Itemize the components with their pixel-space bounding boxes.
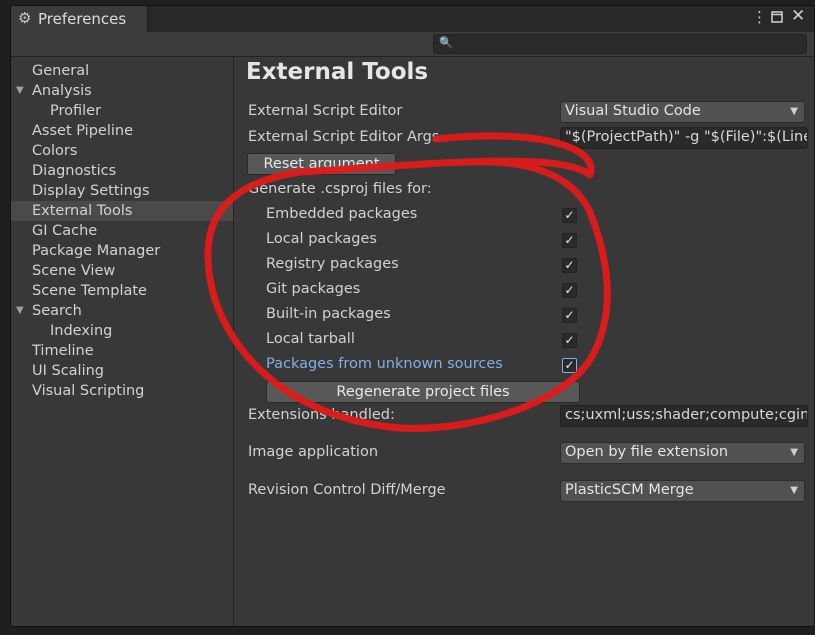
checkmark-icon: ✓ <box>564 358 575 372</box>
chevron-down-icon: ▼ <box>790 485 798 496</box>
sidebar-item-label: UI Scaling <box>32 363 105 379</box>
external-tools-panel: External Tools External Script Editor Vi… <box>234 57 814 626</box>
checkmark-icon: ✓ <box>564 283 575 297</box>
sidebar-item-asset-pipeline[interactable]: Asset Pipeline <box>11 121 233 141</box>
sidebar-item-label: Timeline <box>32 343 94 359</box>
chevron-down-icon: ▼ <box>790 106 798 117</box>
sidebar-item-gi-cache[interactable]: GI Cache <box>11 221 233 241</box>
csproj-option-checkbox[interactable]: ✓ <box>562 333 577 348</box>
sidebar-item-label: Package Manager <box>32 243 161 259</box>
sidebar-item-colors[interactable]: Colors <box>11 141 233 161</box>
regenerate-project-files-button[interactable]: Regenerate project files <box>266 381 580 403</box>
sidebar-item-analysis[interactable]: ▼ Analysis <box>11 81 233 101</box>
sidebar-item-label: Profiler <box>50 103 102 119</box>
csproj-option-label: Built-in packages <box>266 306 391 322</box>
script-editor-args-field[interactable]: "$(ProjectPath)" -g "$(File)":$(Line):$(… <box>560 127 808 149</box>
sidebar-item-label: Diagnostics <box>32 163 117 179</box>
checkmark-icon: ✓ <box>564 233 575 247</box>
sidebar-item-timeline[interactable]: Timeline <box>11 341 233 361</box>
sidebar-item-label: External Tools <box>32 203 133 219</box>
sidebar-item-diagnostics[interactable]: Diagnostics <box>11 161 233 181</box>
sidebar-item-label: Scene Template <box>32 283 147 299</box>
sidebar-item-label: Asset Pipeline <box>32 123 133 139</box>
csproj-option-checkbox[interactable]: ✓ <box>562 258 577 273</box>
checkmark-icon: ✓ <box>564 208 575 222</box>
gear-icon: ⚙ <box>18 9 32 27</box>
title-bar: ⚙ Preferences ⋮ ✕ <box>11 6 814 33</box>
script-editor-label: External Script Editor <box>248 103 403 119</box>
extensions-field[interactable]: cs;uxml;uss;shader;compute;cginc;hlsl;gl… <box>560 405 808 427</box>
sidebar-item-label: General <box>32 63 90 79</box>
csproj-option-checkbox[interactable]: ✓ <box>562 358 577 373</box>
sidebar: General ▼ Analysis Profiler Asset Pipeline Co… <box>11 57 234 626</box>
sidebar-item-label: Colors <box>32 143 78 159</box>
sidebar-item-scene-template[interactable]: Scene Template <box>11 281 233 301</box>
window-title: Preferences <box>38 10 127 28</box>
chevron-down-icon: ▼ <box>790 447 798 458</box>
checkmark-icon: ✓ <box>564 258 575 272</box>
search-toolbar: 🔍 <box>11 32 814 57</box>
sidebar-item-label: Visual Scripting <box>32 383 145 399</box>
kebab-menu-icon[interactable]: ⋮ <box>752 8 767 26</box>
search-input[interactable]: 🔍 <box>433 34 807 54</box>
close-icon[interactable]: ✕ <box>791 6 805 26</box>
sidebar-item-label: GI Cache <box>32 223 98 239</box>
script-editor-dropdown[interactable]: Visual Studio Code ▼ <box>560 101 805 123</box>
script-editor-args-label: External Script Editor Args <box>248 129 440 145</box>
csproj-option-label: Packages from unknown sources <box>266 356 503 372</box>
csproj-option-label: Local tarball <box>266 331 355 347</box>
page-title: External Tools <box>246 59 429 85</box>
csproj-option-label: Git packages <box>266 281 361 297</box>
sidebar-item-label: Scene View <box>32 263 116 279</box>
expand-caret-icon[interactable]: ▼ <box>16 301 24 321</box>
csproj-option-label: Embedded packages <box>266 206 418 222</box>
image-application-dropdown[interactable]: Open by file extension ▼ <box>560 442 805 464</box>
csproj-option-checkbox[interactable]: ✓ <box>562 233 577 248</box>
diff-merge-dropdown[interactable]: PlasticSCM Merge ▼ <box>560 480 805 502</box>
checkmark-icon: ✓ <box>564 333 575 347</box>
sidebar-item-package-manager[interactable]: Package Manager <box>11 241 233 261</box>
sidebar-item-visual-scripting[interactable]: Visual Scripting <box>11 381 233 401</box>
image-application-label: Image application <box>248 444 379 460</box>
sidebar-item-label: Display Settings <box>32 183 150 199</box>
checkmark-icon: ✓ <box>564 308 575 322</box>
sidebar-item-label: Analysis <box>32 83 92 99</box>
csproj-option-checkbox[interactable]: ✓ <box>562 208 577 223</box>
preferences-tab[interactable]: ⚙ Preferences <box>11 6 148 33</box>
sidebar-item-profiler[interactable]: Profiler <box>11 101 233 121</box>
csproj-heading: Generate .csproj files for: <box>248 181 432 197</box>
sidebar-item-external-tools[interactable]: External Tools <box>11 201 233 221</box>
csproj-option-checkbox[interactable]: ✓ <box>562 283 577 298</box>
sidebar-item-label: Indexing <box>50 323 113 339</box>
csproj-option-label: Local packages <box>266 231 377 247</box>
reset-argument-button[interactable]: Reset argument <box>247 153 396 175</box>
sidebar-item-search[interactable]: ▼ Search <box>11 301 233 321</box>
sidebar-item-display-settings[interactable]: Display Settings <box>11 181 233 201</box>
diff-merge-label: Revision Control Diff/Merge <box>248 482 446 498</box>
search-icon: 🔍 <box>439 36 453 49</box>
preferences-window: ⚙ Preferences ⋮ ✕ 🔍 General ▼ Analysis Prof… <box>10 5 815 627</box>
csproj-option-label: Registry packages <box>266 256 399 272</box>
sidebar-item-indexing[interactable]: Indexing <box>11 321 233 341</box>
sidebar-item-ui-scaling[interactable]: UI Scaling <box>11 361 233 381</box>
csproj-option-checkbox[interactable]: ✓ <box>562 308 577 323</box>
sidebar-item-general[interactable]: General <box>11 61 233 81</box>
expand-caret-icon[interactable]: ▼ <box>16 81 24 101</box>
sidebar-item-scene-view[interactable]: Scene View <box>11 261 233 281</box>
maximize-icon[interactable] <box>771 9 783 27</box>
extensions-label: Extensions handled: <box>248 407 395 423</box>
sidebar-item-label: Search <box>32 303 82 319</box>
